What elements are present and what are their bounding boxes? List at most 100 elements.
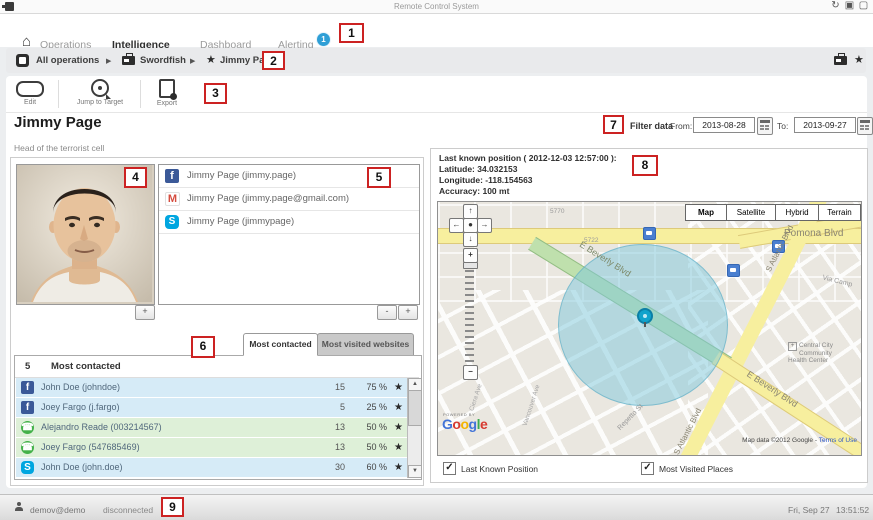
accuracy-line: Accuracy: 100 mt (439, 186, 509, 196)
favorite-star-icon[interactable]: ★ (394, 462, 403, 473)
last-known-position-label: Last Known Position (461, 464, 538, 474)
gmail-icon: M (165, 192, 180, 206)
pan-up-icon[interactable]: ↑ (463, 204, 478, 219)
annotation-8: 8 (632, 155, 658, 176)
toolbar-separator (6, 112, 867, 113)
pan-left-icon[interactable]: ← (449, 218, 464, 233)
tab-most-contacted[interactable]: Most contacted (243, 333, 318, 356)
table-row[interactable]: f Joey Fargo (j.fargo) 5 25 % ★ (16, 398, 407, 417)
annotation-1: 1 (339, 23, 364, 43)
breadcrumb: All operations ▶ Swordfish ▶ ★ Jimmy Pag… (6, 48, 866, 73)
app-title: Remote Control System (0, 2, 873, 11)
breadcrumb-arrow-icon: ▶ (106, 57, 111, 65)
terms-of-use-link[interactable]: Terms of Use (819, 437, 857, 444)
pan-center-icon[interactable]: ● (463, 218, 478, 233)
most-visited-places-label: Most Visited Places (659, 464, 733, 474)
account-row[interactable]: S Jimmy Page (jimmypage) (159, 211, 419, 234)
skype-icon: S (21, 461, 34, 474)
poi-health-center: + Central City Community Health Center (788, 342, 850, 365)
calendar-icon[interactable] (757, 117, 773, 135)
last-known-position-checkbox[interactable]: ✓ (443, 462, 456, 475)
operation-icon (122, 56, 135, 65)
zoom-in-button[interactable]: + (463, 248, 478, 263)
calendar-icon[interactable] (857, 117, 873, 135)
google-map[interactable]: 5770 5722 Pomona Blvd S Atlantic Blvd S … (437, 201, 862, 456)
scrollbar-thumb[interactable] (408, 390, 422, 426)
refresh-icon[interactable]: ↻ (830, 0, 841, 12)
filter-data-label: Filter data (630, 121, 673, 131)
edit-button[interactable]: Edit (8, 79, 52, 106)
pan-down-icon[interactable]: ↓ (463, 232, 478, 247)
table-row[interactable]: S John Doe (john.doe) 30 60 % ★ (16, 458, 407, 477)
breadcrumb-arrow-icon: ▶ (190, 57, 195, 65)
map-type-map[interactable]: Map (685, 204, 727, 221)
favorite-star-icon[interactable]: ★ (394, 422, 403, 433)
breadcrumb-operation[interactable]: Swordfish (140, 55, 186, 66)
page-title: Jimmy Page (14, 114, 102, 131)
main-nav: ⌂ Operations Intelligence Dashboard Aler… (0, 14, 873, 47)
transit-poi-icon[interactable] (643, 227, 656, 240)
zoom-out-button[interactable]: − (463, 365, 478, 380)
user-icon (14, 502, 24, 511)
position-panel: Last known position ( 2012-12-03 12:57:0… (430, 148, 868, 483)
annotation-9: 9 (161, 497, 184, 517)
phone-icon: ☎ (21, 421, 34, 434)
map-type-satellite[interactable]: Satellite (726, 204, 776, 221)
target-star-icon: ★ (206, 53, 216, 66)
check-icon: ✓ (643, 462, 651, 473)
annotation-7: 7 (603, 115, 624, 134)
most-contacted-table: 5 Most contacted f John Doe (johndoe) 15… (14, 355, 422, 480)
phone-icon: ☎ (21, 441, 34, 454)
status-time: 13:51:52 (836, 505, 869, 515)
remove-account-button[interactable]: - (377, 305, 397, 320)
filter-from-input[interactable]: 2013-08-28 (693, 117, 755, 133)
scroll-down-icon[interactable]: ▼ (408, 465, 422, 478)
annotation-3: 3 (204, 83, 227, 104)
filter-to-label: To: (777, 121, 788, 131)
favorite-star-icon[interactable]: ★ (394, 442, 403, 453)
screenshot-icon[interactable]: ▣ (844, 0, 855, 12)
add-photo-button[interactable]: + (135, 305, 155, 320)
map-type-hybrid[interactable]: Hybrid (775, 204, 819, 221)
add-account-button[interactable]: + (398, 305, 418, 320)
pin-stem (644, 322, 646, 327)
favorite-star-icon[interactable]: ★ (394, 382, 403, 393)
annotation-4: 4 (124, 167, 147, 188)
favorite-star-icon[interactable]: ★ (854, 53, 864, 66)
transit-poi-icon[interactable] (727, 264, 740, 277)
map-type-terrain[interactable]: Terrain (818, 204, 861, 221)
favorite-star-icon[interactable]: ★ (394, 402, 403, 413)
annotation-6: 6 (191, 336, 215, 358)
account-row[interactable]: M Jimmy Page (jimmy.page@gmail.com) (159, 188, 419, 211)
connection-status: disconnected (103, 505, 153, 515)
table-row[interactable]: ☎ Joey Fargo (547685469) 13 50 % ★ (16, 438, 407, 457)
filter-to-input[interactable]: 2013-09-27 (794, 117, 856, 133)
map-attribution: Map data ©2012 Google - Terms of Use (742, 437, 857, 444)
most-visited-places-checkbox[interactable]: ✓ (641, 462, 654, 475)
breadcrumb-all-operations[interactable]: All operations (36, 55, 99, 66)
latitude-line: Latitude: 34.032153 (439, 164, 517, 174)
table-scrollbar[interactable]: ▲ ▼ (407, 378, 421, 478)
check-icon: ✓ (445, 462, 453, 473)
alerting-badge[interactable]: 1 (316, 32, 331, 47)
table-row[interactable]: f John Doe (johndoe) 15 75 % ★ (16, 378, 407, 397)
status-date: Fri, Sep 27 (788, 505, 830, 515)
zoom-slider-track[interactable] (465, 268, 474, 362)
jump-to-target-button[interactable]: Jump to Target (64, 79, 136, 106)
title-bar: Remote Control System ↻ ▣ ▢ (0, 0, 873, 14)
filter-from-label: From: (670, 121, 692, 131)
pan-right-icon[interactable]: → (477, 218, 492, 233)
google-logo[interactable]: Google (442, 416, 487, 432)
rcs-intelligence-screen: { "topbar": { "title": "Remote Control S… (0, 0, 873, 519)
contacts-count: 5 (25, 361, 30, 372)
monitor-icon[interactable]: ▢ (858, 0, 869, 12)
operation-shortcut-icon[interactable] (834, 56, 847, 65)
annotation-5: 5 (367, 167, 391, 188)
tab-most-visited-websites[interactable]: Most visited websites (317, 333, 414, 356)
hospital-icon: + (788, 342, 797, 351)
operations-icon[interactable] (16, 54, 29, 67)
export-button[interactable]: Export (144, 79, 190, 107)
target-icon (91, 79, 109, 97)
logged-user: demov@demo (30, 505, 85, 515)
table-row[interactable]: ☎ Alejandro Reade (003214567) 13 50 % ★ (16, 418, 407, 437)
